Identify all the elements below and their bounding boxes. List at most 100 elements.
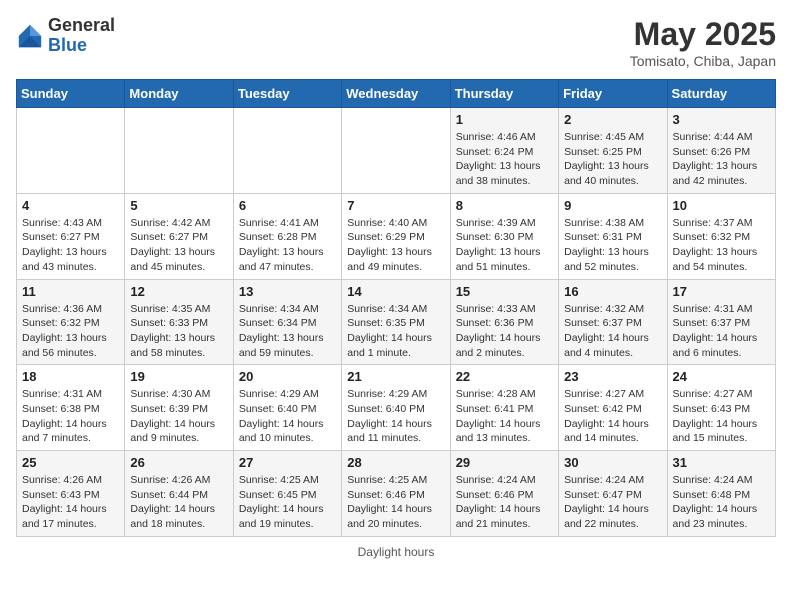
- day-info: Sunrise: 4:24 AMSunset: 6:47 PMDaylight:…: [564, 473, 661, 532]
- calendar-cell: 19Sunrise: 4:30 AMSunset: 6:39 PMDayligh…: [125, 365, 233, 451]
- day-info: Sunrise: 4:43 AMSunset: 6:27 PMDaylight:…: [22, 216, 119, 275]
- day-number: 22: [456, 369, 553, 384]
- calendar-cell: 29 Sunrise: 4:24 AMSunset: 6:46 PMDayligh…: [450, 451, 558, 537]
- calendar-cell: 25 Sunrise: 4:26 AMSunset: 6:43 PMDayligh…: [17, 451, 125, 537]
- day-info: Sunrise: 4:26 AMSunset: 6:44 PMDaylight:…: [130, 473, 227, 532]
- day-number: 14: [347, 284, 444, 299]
- calendar-cell: [233, 108, 341, 194]
- day-number: 5: [130, 198, 227, 213]
- day-info: Sunrise: 4:29 AMSunset: 6:40 PMDaylight:…: [239, 387, 336, 446]
- day-number: 23: [564, 369, 661, 384]
- logo-icon: [16, 22, 44, 50]
- calendar-cell: [342, 108, 450, 194]
- day-info: Sunrise: 4:30 AMSunset: 6:39 PMDaylight:…: [130, 387, 227, 446]
- week-row-2: 4 Sunrise: 4:43 AMSunset: 6:27 PMDaylight…: [17, 193, 776, 279]
- day-info: Sunrise: 4:35 AMSunset: 6:33 PMDaylight:…: [130, 302, 227, 361]
- weekday-header-monday: Monday: [125, 80, 233, 108]
- weekday-header-thursday: Thursday: [450, 80, 558, 108]
- calendar-cell: 23Sunrise: 4:27 AMSunset: 6:42 PMDayligh…: [559, 365, 667, 451]
- day-number: 2: [564, 112, 661, 127]
- day-info: Sunrise: 4:45 AMSunset: 6:25 PMDaylight:…: [564, 130, 661, 189]
- day-info: Sunrise: 4:40 AMSunset: 6:29 PMDaylight:…: [347, 216, 444, 275]
- day-info: Sunrise: 4:25 AMSunset: 6:45 PMDaylight:…: [239, 473, 336, 532]
- day-info: Sunrise: 4:46 AMSunset: 6:24 PMDaylight:…: [456, 130, 553, 189]
- day-info: Sunrise: 4:37 AMSunset: 6:32 PMDaylight:…: [673, 216, 770, 275]
- calendar-cell: 16 Sunrise: 4:32 AMSunset: 6:37 PMDayligh…: [559, 279, 667, 365]
- month-title: May 2025: [630, 16, 776, 53]
- day-number: 8: [456, 198, 553, 213]
- week-row-3: 11Sunrise: 4:36 AMSunset: 6:32 PMDayligh…: [17, 279, 776, 365]
- calendar-cell: [125, 108, 233, 194]
- day-number: 4: [22, 198, 119, 213]
- calendar-cell: 10 Sunrise: 4:37 AMSunset: 6:32 PMDayligh…: [667, 193, 775, 279]
- day-number: 9: [564, 198, 661, 213]
- calendar-cell: 30Sunrise: 4:24 AMSunset: 6:47 PMDayligh…: [559, 451, 667, 537]
- day-info: Sunrise: 4:31 AMSunset: 6:37 PMDaylight:…: [673, 302, 770, 361]
- day-info: Sunrise: 4:28 AMSunset: 6:41 PMDaylight:…: [456, 387, 553, 446]
- calendar-cell: 31 Sunrise: 4:24 AMSunset: 6:48 PMDayligh…: [667, 451, 775, 537]
- calendar-cell: 15Sunrise: 4:33 AMSunset: 6:36 PMDayligh…: [450, 279, 558, 365]
- weekday-header-sunday: Sunday: [17, 80, 125, 108]
- day-number: 1: [456, 112, 553, 127]
- calendar-cell: 8Sunrise: 4:39 AMSunset: 6:30 PMDaylight…: [450, 193, 558, 279]
- logo-text: General Blue: [48, 16, 115, 56]
- calendar-cell: 26Sunrise: 4:26 AMSunset: 6:44 PMDayligh…: [125, 451, 233, 537]
- calendar-cell: 14 Sunrise: 4:34 AMSunset: 6:35 PMDayligh…: [342, 279, 450, 365]
- page-header: General Blue May 2025 Tomisato, Chiba, J…: [16, 16, 776, 69]
- week-row-4: 18Sunrise: 4:31 AMSunset: 6:38 PMDayligh…: [17, 365, 776, 451]
- calendar-cell: 27 Sunrise: 4:25 AMSunset: 6:45 PMDayligh…: [233, 451, 341, 537]
- calendar-cell: 11Sunrise: 4:36 AMSunset: 6:32 PMDayligh…: [17, 279, 125, 365]
- title-area: May 2025 Tomisato, Chiba, Japan: [630, 16, 776, 69]
- calendar-cell: 13Sunrise: 4:34 AMSunset: 6:34 PMDayligh…: [233, 279, 341, 365]
- day-number: 29: [456, 455, 553, 470]
- calendar-cell: 1 Sunrise: 4:46 AMSunset: 6:24 PMDaylight…: [450, 108, 558, 194]
- day-number: 11: [22, 284, 119, 299]
- day-info: Sunrise: 4:38 AMSunset: 6:31 PMDaylight:…: [564, 216, 661, 275]
- calendar-cell: 17 Sunrise: 4:31 AMSunset: 6:37 PMDayligh…: [667, 279, 775, 365]
- weekday-header-saturday: Saturday: [667, 80, 775, 108]
- footer-note: Daylight hours: [16, 545, 776, 559]
- day-info: Sunrise: 4:33 AMSunset: 6:36 PMDaylight:…: [456, 302, 553, 361]
- calendar-cell: 4 Sunrise: 4:43 AMSunset: 6:27 PMDaylight…: [17, 193, 125, 279]
- day-number: 7: [347, 198, 444, 213]
- day-number: 12: [130, 284, 227, 299]
- day-number: 16: [564, 284, 661, 299]
- calendar-cell: 2 Sunrise: 4:45 AMSunset: 6:25 PMDaylight…: [559, 108, 667, 194]
- day-info: Sunrise: 4:24 AMSunset: 6:48 PMDaylight:…: [673, 473, 770, 532]
- day-number: 10: [673, 198, 770, 213]
- calendar-cell: 21 Sunrise: 4:29 AMSunset: 6:40 PMDayligh…: [342, 365, 450, 451]
- day-number: 21: [347, 369, 444, 384]
- weekday-header-tuesday: Tuesday: [233, 80, 341, 108]
- day-number: 31: [673, 455, 770, 470]
- calendar-cell: 9 Sunrise: 4:38 AMSunset: 6:31 PMDaylight…: [559, 193, 667, 279]
- day-number: 28: [347, 455, 444, 470]
- calendar-cell: 28 Sunrise: 4:25 AMSunset: 6:46 PMDayligh…: [342, 451, 450, 537]
- calendar-cell: 7 Sunrise: 4:40 AMSunset: 6:29 PMDaylight…: [342, 193, 450, 279]
- logo: General Blue: [16, 16, 115, 56]
- day-number: 18: [22, 369, 119, 384]
- weekday-header-row: SundayMondayTuesdayWednesdayThursdayFrid…: [17, 80, 776, 108]
- calendar-cell: [17, 108, 125, 194]
- calendar-cell: 20Sunrise: 4:29 AMSunset: 6:40 PMDayligh…: [233, 365, 341, 451]
- day-number: 25: [22, 455, 119, 470]
- day-info: Sunrise: 4:34 AMSunset: 6:35 PMDaylight:…: [347, 302, 444, 361]
- daylight-label: Daylight hours: [358, 545, 435, 559]
- weekday-header-friday: Friday: [559, 80, 667, 108]
- day-info: Sunrise: 4:41 AMSunset: 6:28 PMDaylight:…: [239, 216, 336, 275]
- day-info: Sunrise: 4:27 AMSunset: 6:43 PMDaylight:…: [673, 387, 770, 446]
- calendar-cell: 5 Sunrise: 4:42 AMSunset: 6:27 PMDaylight…: [125, 193, 233, 279]
- day-info: Sunrise: 4:26 AMSunset: 6:43 PMDaylight:…: [22, 473, 119, 532]
- day-info: Sunrise: 4:24 AMSunset: 6:46 PMDaylight:…: [456, 473, 553, 532]
- day-info: Sunrise: 4:42 AMSunset: 6:27 PMDaylight:…: [130, 216, 227, 275]
- day-info: Sunrise: 4:32 AMSunset: 6:37 PMDaylight:…: [564, 302, 661, 361]
- day-info: Sunrise: 4:25 AMSunset: 6:46 PMDaylight:…: [347, 473, 444, 532]
- day-number: 24: [673, 369, 770, 384]
- day-number: 17: [673, 284, 770, 299]
- day-number: 6: [239, 198, 336, 213]
- day-info: Sunrise: 4:34 AMSunset: 6:34 PMDaylight:…: [239, 302, 336, 361]
- calendar-cell: 3Sunrise: 4:44 AMSunset: 6:26 PMDaylight…: [667, 108, 775, 194]
- day-number: 3: [673, 112, 770, 127]
- day-info: Sunrise: 4:29 AMSunset: 6:40 PMDaylight:…: [347, 387, 444, 446]
- day-number: 27: [239, 455, 336, 470]
- week-row-5: 25 Sunrise: 4:26 AMSunset: 6:43 PMDayligh…: [17, 451, 776, 537]
